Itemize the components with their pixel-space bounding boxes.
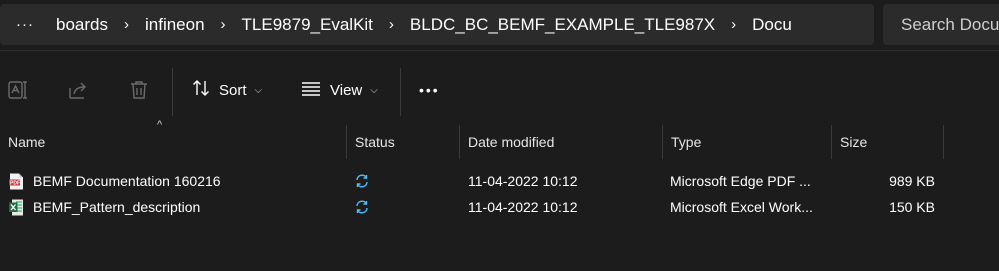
sync-icon	[354, 194, 370, 220]
column-divider[interactable]	[943, 125, 944, 159]
file-type: Microsoft Edge PDF ...	[670, 173, 811, 189]
view-button[interactable]: View ⌵	[300, 76, 378, 104]
file-date: 11-04-2022 10:12	[468, 173, 578, 189]
breadcrumb-example[interactable]: BLDC_BC_BEMF_EXAMPLE_TLE987X	[404, 15, 721, 35]
divider	[0, 50, 999, 51]
view-label: View	[330, 81, 363, 99]
file-row[interactable]: PDF BEMF Documentation 160216 11-04-2022…	[0, 168, 999, 194]
breadcrumb-boards[interactable]: boards	[50, 15, 114, 35]
file-type: Microsoft Excel Work...	[670, 199, 813, 215]
file-row[interactable]: BEMF_Pattern_description 11-04-2022 10:1…	[0, 194, 999, 220]
file-size: 989 KB	[889, 173, 935, 189]
rename-icon[interactable]	[6, 78, 30, 102]
more-locations-button[interactable]: ···	[0, 16, 50, 33]
chevron-right-icon[interactable]: ›	[721, 16, 746, 33]
view-icon	[300, 78, 322, 102]
column-header-name[interactable]: Name	[0, 125, 346, 159]
file-name[interactable]: BEMF Documentation 160216	[33, 168, 221, 194]
sort-button[interactable]: Sort ⌵	[191, 76, 262, 104]
file-size: 150 KB	[889, 199, 935, 215]
column-header-status[interactable]: Status	[347, 125, 459, 159]
file-name[interactable]: BEMF_Pattern_description	[33, 194, 200, 220]
more-options-button[interactable]: •••	[419, 76, 440, 104]
toolbar-divider	[400, 68, 401, 116]
chevron-down-icon: ⌵	[370, 84, 378, 96]
trash-icon[interactable]	[127, 78, 151, 102]
column-header-type[interactable]: Type	[663, 125, 831, 159]
file-date: 11-04-2022 10:12	[468, 199, 578, 215]
breadcrumb-docu[interactable]: Docu	[746, 15, 798, 35]
column-header-size[interactable]: Size	[832, 125, 943, 159]
address-row: ··· boards › infineon › TLE9879_EvalKit …	[0, 0, 999, 50]
excel-file-icon	[9, 199, 24, 216]
share-icon[interactable]	[66, 78, 90, 102]
chevron-right-icon[interactable]: ›	[114, 16, 139, 33]
column-header-row: Name Status Date modified Type Size	[0, 125, 999, 159]
sync-icon	[354, 168, 370, 194]
pdf-file-icon: PDF	[9, 173, 24, 190]
command-bar: Sort ⌵ View ⌵ •••	[0, 54, 999, 124]
sort-label: Sort	[219, 81, 247, 99]
chevron-right-icon[interactable]: ›	[379, 16, 404, 33]
chevron-right-icon[interactable]: ›	[211, 16, 236, 33]
breadcrumb-infineon[interactable]: infineon	[139, 15, 211, 35]
breadcrumb-evalkit[interactable]: TLE9879_EvalKit	[236, 15, 379, 35]
address-bar[interactable]: ··· boards › infineon › TLE9879_EvalKit …	[0, 4, 874, 45]
sort-icon	[191, 78, 211, 102]
chevron-down-icon: ⌵	[254, 84, 263, 96]
search-input[interactable]: Search Docu	[883, 4, 999, 45]
svg-text:PDF: PDF	[10, 180, 20, 186]
column-header-date-modified[interactable]: Date modified	[460, 125, 662, 159]
toolbar-divider	[172, 68, 173, 116]
